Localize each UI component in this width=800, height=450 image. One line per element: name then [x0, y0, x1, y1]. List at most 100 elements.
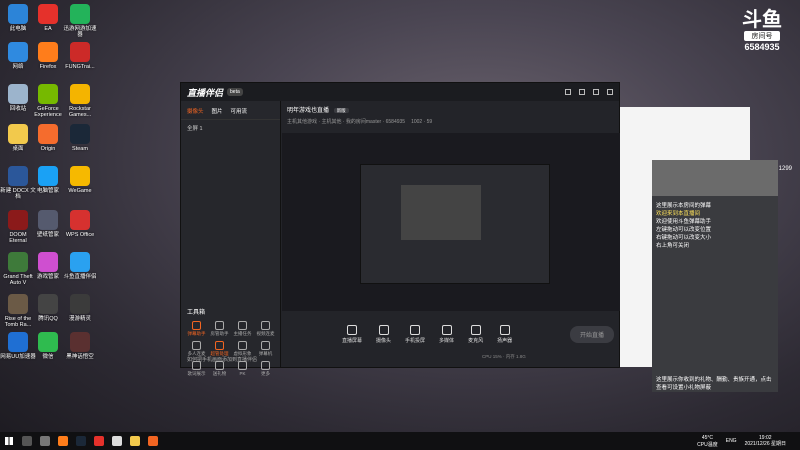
doom-icon	[8, 210, 28, 230]
tool-icon	[192, 341, 201, 350]
desktop-icon-wechat[interactable]: 微信	[30, 332, 66, 360]
tomb-icon	[8, 294, 28, 314]
tool-icon	[261, 341, 270, 350]
desktop-icon-fung[interactable]: FUNGTrai...	[62, 42, 98, 70]
taskview-icon[interactable]	[40, 436, 50, 446]
room-number: 6584935	[744, 42, 780, 52]
wegame-icon	[70, 166, 90, 186]
taskbar: 45°C CPU温度 ENG 19:02 2021/12/26 星期日	[0, 432, 800, 450]
clock[interactable]: 19:02 2021/12/26 星期日	[745, 435, 786, 447]
search-icon[interactable]	[22, 436, 32, 446]
tool-5[interactable]: 超管处理	[208, 341, 231, 357]
desktop-icon-label: Origin	[40, 146, 56, 152]
titlebar: 直播伴侣 beta	[181, 83, 619, 101]
tool-6[interactable]: 虚拟形象	[231, 341, 254, 357]
tool-label: 主播任务	[233, 331, 252, 336]
danmu-line: 右上角可关闭	[656, 243, 690, 249]
desktop-icon-qq[interactable]: 腾讯QQ	[30, 294, 66, 322]
desktop-icon-black[interactable]: 黑神话悟空	[62, 332, 98, 360]
desktop-icon-wps[interactable]: WPS Office	[62, 210, 98, 238]
tool-4[interactable]: 多人连麦	[185, 341, 208, 357]
desktop-icon-wegame[interactable]: WeGame	[62, 166, 98, 194]
source-icon	[347, 324, 357, 335]
network-icon	[8, 42, 28, 62]
source-button-4[interactable]: 麦克风	[468, 324, 484, 344]
desktop-icon-firefox[interactable]: Firefox	[30, 42, 66, 70]
tool-2[interactable]: 主播任务	[231, 321, 254, 337]
computer-icon	[8, 4, 28, 24]
desktop-icon-tunnel[interactable]: 漫游精灵	[62, 294, 98, 322]
settings-icon[interactable]	[579, 89, 585, 95]
tool-icon	[215, 341, 224, 350]
tool-label: 送礼物	[212, 371, 227, 376]
source-icon	[410, 324, 421, 335]
tool-7[interactable]: 弹幕机	[254, 341, 277, 357]
desktop-icon-origin[interactable]: Origin	[30, 124, 66, 152]
gift-notice: 这里展示你收到的礼物、酬勤、贵族开通，点击查看可设置小礼物屏蔽	[656, 377, 772, 391]
lang-indicator[interactable]: ENG	[726, 438, 737, 444]
toolbox-title: 工具箱	[187, 310, 206, 316]
source-button-0[interactable]: 直播屏幕	[342, 324, 362, 344]
desktop-icon-label: 迅游网游加速器	[63, 26, 97, 38]
tab-image[interactable]: 图片	[212, 107, 223, 115]
tool-11[interactable]: 更多	[254, 361, 277, 377]
folder-task-icon[interactable]	[130, 436, 140, 446]
danmu-line: 右键拖动可以改变大小	[656, 235, 712, 241]
game-master-icon	[38, 252, 58, 272]
desktop-icon-gamehelper[interactable]: 迅游网游加速器	[62, 4, 98, 38]
tool-3[interactable]: 视频连麦	[254, 321, 277, 337]
desktop-icon-game-master[interactable]: 游戏管家	[30, 252, 66, 280]
source-button-2[interactable]: 手机投屏	[405, 324, 425, 344]
source-button-1[interactable]: 摄像头	[376, 324, 391, 344]
douyu-brand: 斗鱼 房间号 6584935	[738, 10, 786, 52]
close-icon[interactable]	[607, 89, 613, 95]
desktop-icon-ea[interactable]: EA	[30, 4, 66, 32]
rockstar-icon	[70, 84, 90, 104]
tool-1[interactable]: 房管助手	[208, 321, 231, 337]
tab-stream[interactable]: 可用流	[231, 107, 248, 115]
desktop-icon-steam[interactable]: Steam	[62, 124, 98, 152]
tool-10[interactable]: PK	[231, 361, 254, 377]
skin-icon[interactable]	[565, 89, 571, 95]
geforce-icon	[38, 84, 58, 104]
source-label: 麦克风	[468, 337, 484, 344]
tool-8[interactable]: 歌词展示	[185, 361, 208, 377]
start-live-button[interactable]: 开始直播	[569, 325, 614, 343]
desktop-folder-icon	[8, 124, 28, 144]
firefox-icon	[38, 42, 58, 62]
gamehelper-icon	[70, 4, 90, 24]
app-task-icon[interactable]	[112, 436, 122, 446]
tool-label: 歌词展示	[187, 371, 206, 376]
steam-task-icon[interactable]	[76, 436, 86, 446]
start-button[interactable]	[0, 432, 18, 450]
gta-icon	[8, 252, 28, 272]
recycle-icon	[8, 84, 28, 104]
desktop-icon-wallpaper[interactable]: 壁纸管家	[30, 210, 66, 238]
desktop-icon-douyu-live[interactable]: 斗鱼直播伴侣	[62, 252, 98, 280]
ea-task-icon[interactable]	[94, 436, 104, 446]
tool-icon	[261, 361, 270, 370]
desktop-icon-geforce[interactable]: GeForce Experience	[30, 84, 66, 118]
minimize-icon[interactable]	[593, 89, 599, 95]
windows-icon	[5, 437, 13, 445]
desktop-icon-label: 电脑管家	[36, 188, 59, 194]
tab-camera[interactable]: 摄像头	[187, 107, 204, 115]
source-button-5[interactable]: 扬声器	[497, 324, 512, 344]
phone-tip-link[interactable]: 如何把手机画面添加到直播伴侣	[187, 356, 257, 363]
desktop-icon-label: Steam	[72, 146, 88, 152]
firefox-task-icon[interactable]	[58, 436, 68, 446]
desktop-icon-rockstar[interactable]: Rockstar Games...	[62, 84, 98, 118]
source-button-3[interactable]: 多媒体	[439, 324, 454, 344]
desktop-icon-pcmanager[interactable]: 电脑管家	[30, 166, 66, 194]
desktop-icon-label: EA	[44, 26, 52, 32]
source-toolbar: 直播屏幕 摄像头 手机投屏 多媒体 麦克风 扬声器 开始直播	[282, 318, 620, 350]
source-icon	[470, 324, 481, 335]
tool-label: 弹幕助手	[187, 331, 206, 336]
tool-0[interactable]: 弹幕助手	[185, 321, 208, 337]
toolbox-grid: 弹幕助手 房管助手 主播任务 视频连麦多人连麦 超管处理 虚拟形象 弹幕机歌词展示 送礼物 PK…	[185, 321, 277, 377]
tool-icon	[192, 321, 201, 330]
scene-item[interactable]: 全屏 1	[181, 120, 280, 136]
room-name[interactable]: 明年游戏也直播	[287, 108, 329, 114]
tool-9[interactable]: 送礼物	[208, 361, 231, 377]
live-task-icon[interactable]	[148, 436, 158, 446]
